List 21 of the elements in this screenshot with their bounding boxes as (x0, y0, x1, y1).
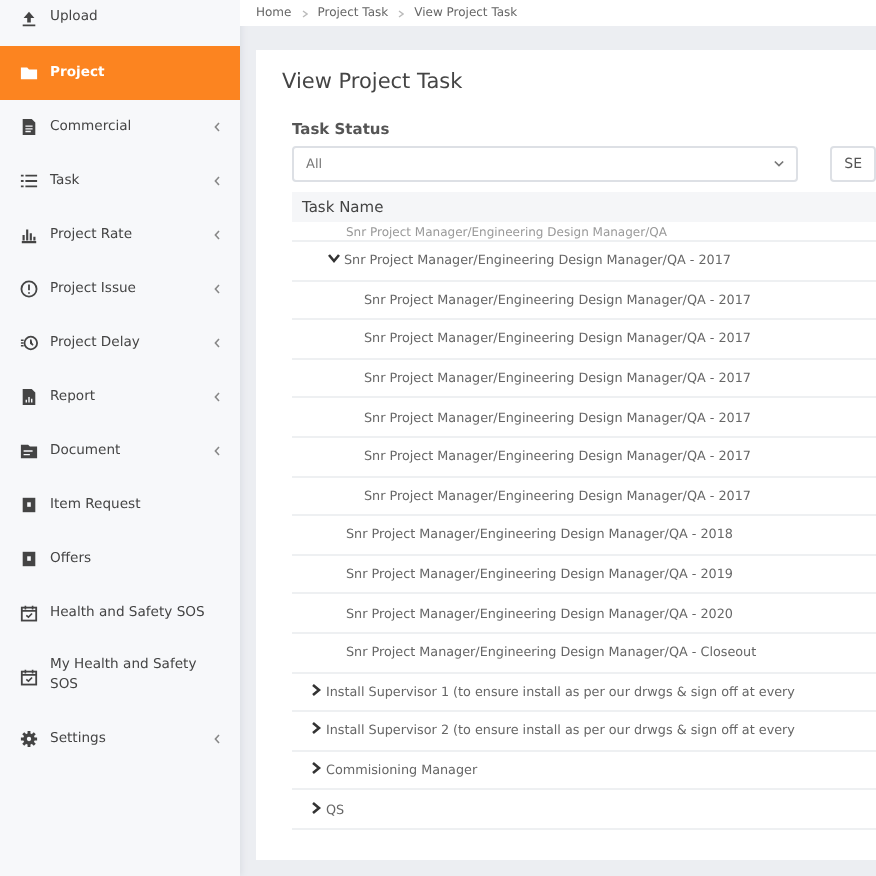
chevron-right-icon[interactable] (310, 722, 324, 739)
upload-icon (20, 9, 38, 27)
calendar-icon (20, 604, 38, 622)
chevron-right-icon[interactable] (310, 762, 324, 779)
settings-icon (20, 730, 38, 748)
chevron-right-icon (301, 9, 308, 17)
report-icon (20, 388, 38, 406)
badge-icon (20, 496, 38, 514)
chevron-right-icon[interactable] (310, 683, 324, 700)
chevron-right-icon (398, 9, 405, 17)
document-icon (20, 442, 38, 460)
list-icon (20, 172, 38, 190)
document-icon (20, 118, 38, 136)
page-title: View Project Task (282, 70, 465, 94)
chevron-down-icon (774, 160, 785, 168)
calendar-icon (20, 667, 38, 685)
chevron-right-icon[interactable] (310, 801, 324, 818)
badge-icon (20, 550, 38, 568)
history-icon (20, 334, 38, 352)
alert-icon (20, 280, 38, 298)
folder-icon (20, 64, 38, 82)
